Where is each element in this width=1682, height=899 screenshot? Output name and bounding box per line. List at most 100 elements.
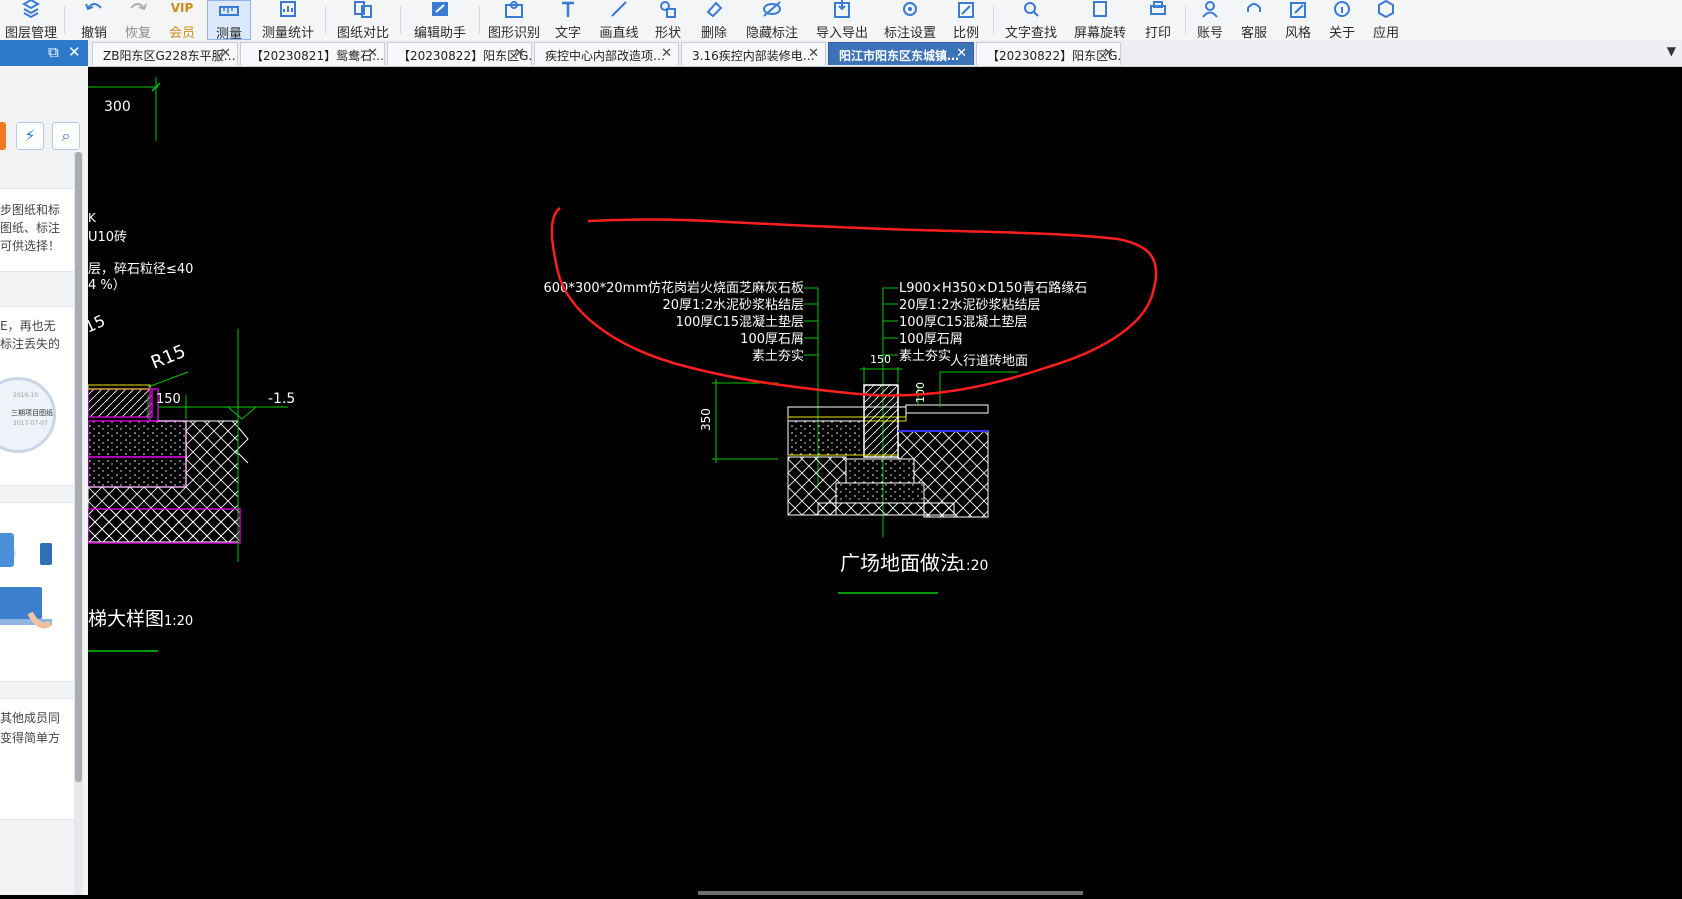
elevation-label: -1.5 (268, 391, 295, 407)
callout-right-5: 素土夯实 (899, 349, 951, 364)
apps-icon (1366, 0, 1406, 18)
section-title: 广场地面做法 (840, 551, 960, 575)
toolbar-measure-stats[interactable]: 测量统计 (258, 0, 318, 41)
canvas-horizontal-scrollbar[interactable] (698, 891, 1083, 895)
thumbnail-circle: 2016-10 三期项目图纸 2017-07-07 (0, 377, 56, 453)
document-tab[interactable]: 【20230822】阳东区G… ✕ (387, 42, 532, 65)
toolbar-separator (64, 6, 65, 34)
red-markup-ellipse[interactable] (550, 207, 1158, 397)
toolbar-delete[interactable]: 删除 (694, 0, 734, 41)
toolbar-compare[interactable]: 图纸对比 (333, 0, 393, 41)
document-tab[interactable]: 【20230822】阳东区G… ✕ (976, 42, 1121, 65)
close-icon[interactable]: ✕ (220, 46, 231, 61)
callout-right-4: 100厚石屑 (899, 332, 963, 347)
dim-150: 150 (870, 353, 891, 366)
stair-detail-title: 梯大样图 (88, 608, 164, 630)
toolbar-text-search[interactable]: 文字查找 (1001, 0, 1061, 41)
document-tab[interactable]: 【20230821】鸳鸯石… ✕ (240, 42, 385, 65)
callout-left-2: 20厚1:2水泥砂浆粘结层 (663, 298, 804, 313)
toolbar-measure[interactable]: 测量 (207, 0, 251, 42)
customer-service-icon (1234, 0, 1274, 18)
svg-text:K: K (88, 211, 97, 225)
document-tab[interactable]: ZB阳东区G228东平服… ✕ (92, 42, 238, 65)
close-icon[interactable]: ✕ (956, 46, 967, 61)
callout-right-1: L900×H350×D150青石路缘石 (899, 280, 1087, 296)
toolbar-scale[interactable]: 比例 (946, 0, 986, 41)
close-icon[interactable]: ✕ (808, 46, 819, 61)
toolbar-import-export[interactable]: 导入导出 (812, 0, 872, 41)
toolbar-vip[interactable]: VIP 会员 (162, 0, 202, 41)
search-button[interactable]: ⌕ (52, 122, 80, 150)
tab-list-dropdown-icon[interactable]: ▼ (1667, 44, 1676, 58)
vip-icon: VIP (170, 1, 194, 15)
toolbar-rotate-screen[interactable]: 屏幕旋转 (1072, 0, 1128, 41)
toolbar-separator (325, 6, 326, 34)
sync-button[interactable]: ⚡ (16, 122, 44, 150)
toolbar-annotation-settings[interactable]: 标注设置 (880, 0, 940, 41)
main-toolbar: 图层管理 撤销 恢复 VIP 会员 测量 测量统计 图纸对比 编辑助手 图形识别 … (0, 0, 1682, 42)
toolbar-undo[interactable]: 撤销 (74, 0, 114, 41)
cad-drawing: 300 K U10砖 层，碎石粒径≤40 4 %） 15 R15 150 -1. (82, 77, 1158, 652)
callout-left-1: 600*300*20mm仿花岗岩火烧面芝麻灰石板 (544, 280, 805, 296)
close-icon[interactable]: ✕ (661, 46, 672, 61)
svg-text:层，碎石粒径≤40: 层，碎石粒径≤40 (88, 262, 193, 277)
print-icon (1138, 0, 1178, 18)
hide-annotation-icon (742, 0, 802, 18)
toolbar-hide-annotation[interactable]: 隐藏标注 (742, 0, 802, 41)
shape-icon (648, 0, 688, 18)
line-icon (596, 0, 642, 18)
promo-card: 步图纸和标 图纸、标注 可供选择！ (0, 188, 74, 272)
dim-100: 100 (914, 382, 927, 403)
text-search-icon (1001, 0, 1061, 18)
toolbar-about[interactable]: 关于 (1322, 0, 1362, 41)
close-icon[interactable]: ✕ (514, 46, 525, 61)
orange-button[interactable] (0, 122, 6, 150)
toolbar-separator (1185, 6, 1186, 34)
scrollbar-thumb[interactable] (75, 152, 82, 782)
toolbar-style[interactable]: 风格 (1278, 0, 1318, 41)
style-icon (1278, 0, 1318, 18)
stair-detail: 300 K U10砖 层，碎石粒径≤40 4 %） 15 R15 150 -1. (82, 77, 295, 652)
document-tab-active[interactable]: 阳江市阳东区东城镇… ✕ (828, 42, 974, 65)
undo-icon (74, 0, 114, 18)
stair-detail-scale: 1:20 (164, 614, 193, 629)
search-icon: ⌕ (61, 126, 71, 145)
svg-text:4 %）: 4 %） (88, 278, 126, 293)
edit-assistant-icon (408, 0, 472, 18)
text-icon (548, 0, 588, 18)
layers-icon (4, 0, 58, 18)
section-scale: 1:20 (957, 558, 988, 574)
callout-left-5: 素土夯实 (752, 349, 804, 364)
toolbar-shape-recognition[interactable]: 图形识别 (485, 0, 543, 41)
close-icon[interactable]: ✕ (1103, 46, 1114, 61)
document-tab[interactable]: 3.16疾控内部装修电… ✕ (681, 42, 826, 65)
callout-left-3: 100厚C15混凝土垫层 (676, 314, 804, 330)
toolbar-apps[interactable]: 应用 (1366, 0, 1406, 41)
dim-350: 350 (699, 408, 713, 431)
document-tab[interactable]: 疾控中心内部改造项… ✕ (534, 42, 679, 65)
toolbar-shape[interactable]: 形状 (648, 0, 688, 41)
promo-card: E，再也无 标注丢失的 2016-10 三期项目图纸 2017-07-07 (0, 306, 74, 486)
left-panel-scrollbar[interactable] (74, 152, 83, 895)
promo-card: 其他成员同 变得简单方 (0, 698, 74, 820)
toolbar-account[interactable]: 账号 (1190, 0, 1230, 41)
toolbar-separator (400, 6, 401, 34)
plaza-section: 600*300*20mm仿花岗岩火烧面芝麻灰石板 20厚1:2水泥砂浆粘结层 1… (544, 280, 1087, 594)
close-icon[interactable]: ✕ (68, 43, 81, 61)
callout-left-4: 100厚石屑 (740, 332, 804, 347)
toolbar-separator (993, 6, 994, 34)
drawing-canvas[interactable]: 300 K U10砖 层，碎石粒径≤40 4 %） 15 R15 150 -1. (82, 67, 1682, 895)
toolbar-layer-manager[interactable]: 图层管理 (4, 0, 58, 41)
document-tab-bar: ZB阳东区G228东平服… ✕ 【20230821】鸳鸯石… ✕ 【20230822… (88, 40, 1682, 67)
toolbar-customer-service[interactable]: 客服 (1234, 0, 1274, 41)
toolbar-edit-assistant[interactable]: 编辑助手 (408, 0, 472, 41)
left-panel: ⧉ ✕ ⚡ ⌕ 步图纸和标 图纸、标注 可供选择！ E，再也无 标注丢失的 20… (0, 40, 89, 895)
toolbar-print[interactable]: 打印 (1138, 0, 1178, 41)
close-icon[interactable]: ✕ (367, 46, 378, 61)
toolbar-redo[interactable]: 恢复 (118, 0, 158, 41)
devices-illustration (0, 533, 52, 629)
toolbar-text[interactable]: 文字 (548, 0, 588, 41)
toolbar-draw-line[interactable]: 画直线 (596, 0, 642, 41)
restore-icon[interactable]: ⧉ (48, 43, 59, 61)
rotate-screen-icon (1072, 0, 1128, 18)
